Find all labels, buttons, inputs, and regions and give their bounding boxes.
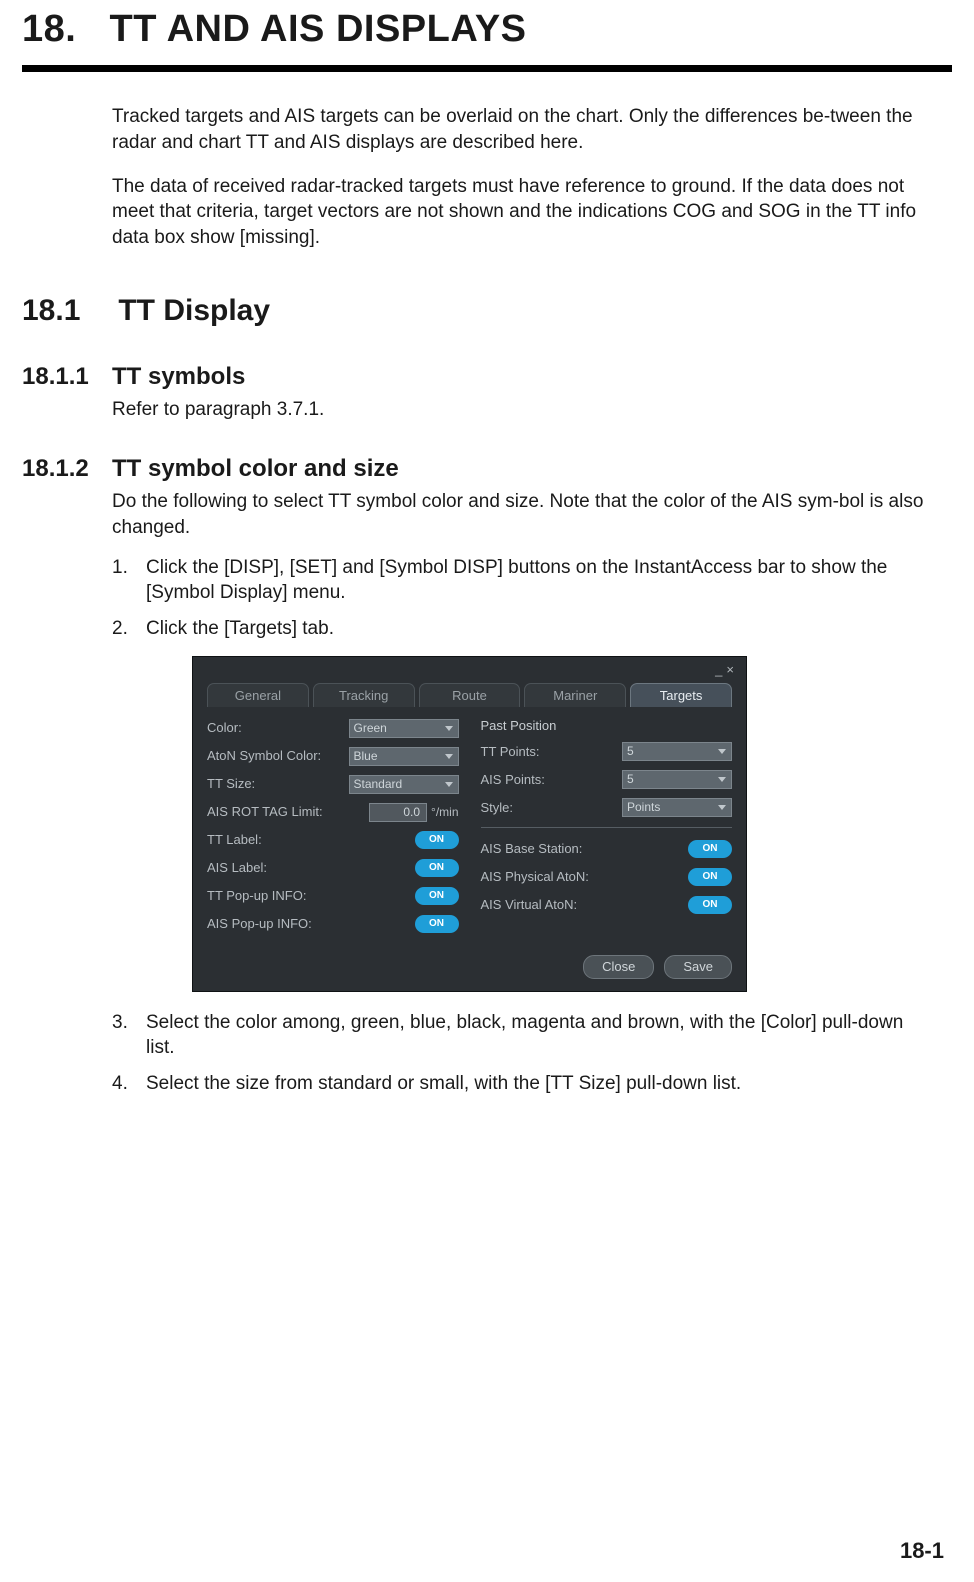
tt-points-dropdown[interactable]: 5 [622, 742, 732, 761]
intro-paragraph-1: Tracked targets and AIS targets can be o… [112, 104, 936, 155]
aton-color-label: AtoN Symbol Color: [207, 747, 349, 765]
section-number: 18.1 [22, 291, 110, 332]
tab-tracking[interactable]: Tracking [313, 683, 415, 708]
ais-popup-label: AIS Pop-up INFO: [207, 915, 415, 933]
style-label: Style: [481, 799, 623, 817]
chapter-title: 18. TT AND AIS DISPLAYS [22, 4, 952, 55]
subsection-18-1-1: 18.1.1 TT symbols [22, 361, 952, 393]
ais-label-label: AIS Label: [207, 859, 415, 877]
tt-label-label: TT Label: [207, 831, 415, 849]
ais-physical-toggle[interactable]: ON [688, 868, 732, 886]
subsection-18-1-2-body: Do the following to select TT symbol col… [112, 489, 936, 540]
subsection-number: 18.1.2 [22, 453, 112, 485]
chapter-heading: TT AND AIS DISPLAYS [110, 8, 527, 50]
style-dropdown[interactable]: Points [622, 798, 732, 817]
ais-rot-label: AIS ROT TAG Limit: [207, 803, 369, 821]
ais-points-dropdown[interactable]: 5 [622, 770, 732, 789]
ais-points-label: AIS Points: [481, 771, 623, 789]
close-button[interactable]: Close [583, 955, 654, 979]
symbol-display-dialog: _× General Tracking Route Mariner Target… [192, 656, 747, 992]
tab-targets[interactable]: Targets [630, 683, 732, 708]
ais-base-toggle[interactable]: ON [688, 840, 732, 858]
tt-popup-label: TT Pop-up INFO: [207, 887, 415, 905]
heading-rule [22, 65, 952, 72]
ais-label-toggle[interactable]: ON [415, 859, 459, 877]
section-title: TT Display [118, 294, 270, 327]
subsection-18-1-2: 18.1.2 TT symbol color and size [22, 453, 952, 485]
right-column: Past Position TT Points: 5 AIS Points: 5… [481, 717, 733, 941]
dialog-tabs: General Tracking Route Mariner Targets [207, 683, 732, 708]
subsection-title: TT symbols [112, 361, 245, 393]
ais-virtual-label: AIS Virtual AtoN: [481, 896, 689, 914]
tt-label-toggle[interactable]: ON [415, 831, 459, 849]
ais-virtual-toggle[interactable]: ON [688, 896, 732, 914]
close-icon[interactable]: × [726, 662, 738, 677]
ais-physical-label: AIS Physical AtoN: [481, 868, 689, 886]
intro-paragraph-2: The data of received radar-tracked targe… [112, 174, 936, 251]
minimize-icon[interactable]: _ [715, 662, 726, 677]
tt-points-label: TT Points: [481, 743, 623, 761]
left-column: Color: Green AtoN Symbol Color: Blue TT … [207, 717, 459, 941]
subsection-title: TT symbol color and size [112, 453, 399, 485]
ais-rot-input[interactable]: 0.0 [369, 803, 427, 822]
aton-color-dropdown[interactable]: Blue [349, 747, 459, 766]
step-3: Select the color among, green, blue, bla… [112, 1010, 936, 1061]
tt-size-dropdown[interactable]: Standard [349, 775, 459, 794]
tab-mariner[interactable]: Mariner [524, 683, 626, 708]
subsection-number: 18.1.1 [22, 361, 112, 393]
tt-popup-toggle[interactable]: ON [415, 887, 459, 905]
step-2: Click the [Targets] tab. [112, 616, 936, 642]
past-position-heading: Past Position [481, 717, 733, 735]
tt-size-label: TT Size: [207, 775, 349, 793]
color-label: Color: [207, 719, 349, 737]
procedure-steps: Click the [DISP], [SET] and [Symbol DISP… [112, 555, 936, 642]
ais-popup-toggle[interactable]: ON [415, 915, 459, 933]
section-18-1: 18.1 TT Display [22, 291, 952, 332]
subsection-18-1-1-body: Refer to paragraph 3.7.1. [112, 397, 936, 423]
save-button[interactable]: Save [664, 955, 732, 979]
ais-base-label: AIS Base Station: [481, 840, 689, 858]
color-dropdown[interactable]: Green [349, 719, 459, 738]
step-4: Select the size from standard or small, … [112, 1071, 936, 1097]
ais-rot-unit: °/min [431, 804, 458, 820]
step-1: Click the [DISP], [SET] and [Symbol DISP… [112, 555, 936, 606]
procedure-steps-continued: Select the color among, green, blue, bla… [112, 1010, 936, 1097]
page-number: 18-1 [900, 1536, 944, 1566]
tab-route[interactable]: Route [419, 683, 521, 708]
chapter-number: 18. [22, 8, 76, 50]
tab-general[interactable]: General [207, 683, 309, 708]
window-controls: _× [715, 661, 738, 679]
divider [481, 827, 733, 828]
